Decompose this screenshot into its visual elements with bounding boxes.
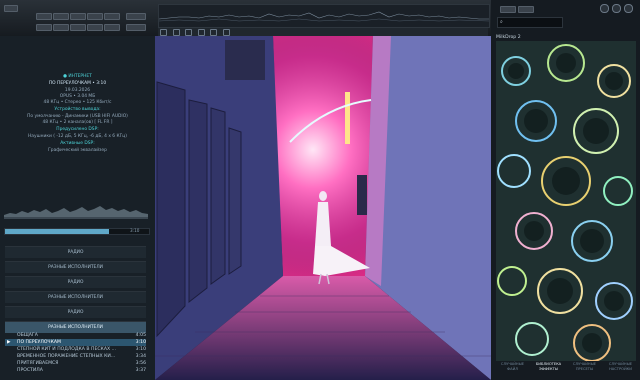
- waveform-graphic: [158, 11, 490, 22]
- right-toolbar-button-2[interactable]: [518, 6, 534, 13]
- visualizer-title: MilkDrop 2: [496, 35, 521, 40]
- tab-line-2: ПРЕСЕТЫ: [575, 366, 594, 371]
- zoom-icon[interactable]: [197, 29, 205, 36]
- track-row[interactable]: ОБЩАГА 4:05: [5, 332, 146, 339]
- playlist-item[interactable]: РАДИО: [5, 276, 146, 288]
- track-duration: 3:10: [135, 347, 146, 352]
- mini-waveform[interactable]: [4, 201, 148, 219]
- track-row[interactable]: ВРЕМЕННОЕ ПОРАЖЕНИЕ СТЕПНЫХ КИ... 3:34: [5, 353, 146, 360]
- tab-line-2: НАСТРОЙКИ: [609, 366, 632, 371]
- tab-line-2: ЭФФЕКТЫ: [539, 366, 558, 371]
- toolbar-right-group: [126, 3, 146, 31]
- eq-label: Графический эквалайзер: [48, 148, 107, 153]
- track-title: ОБЩАГА: [17, 333, 38, 338]
- dsp-value: Наушники ( -12 дБ, 5 КГц, -6 дБ, 4 x 6 К…: [28, 134, 127, 139]
- album-artwork: [155, 36, 491, 380]
- track-title: ПО ПЕРЕУЛОЧКАМ • 3:10: [48, 81, 107, 86]
- source-label: ● ИНТЕРНЕТ: [63, 74, 92, 79]
- tab-line-2: ФАЙЛ: [507, 366, 518, 371]
- toolbar-button-3[interactable]: [70, 13, 86, 20]
- close-icon[interactable]: [624, 4, 633, 13]
- toolbar-button-5[interactable]: [104, 13, 120, 20]
- playlist-item[interactable]: РАЗНЫЕ ИСПОЛНИТЕЛИ: [5, 291, 146, 303]
- toolbar-button-8[interactable]: [70, 24, 86, 31]
- settings-icon[interactable]: [222, 29, 230, 36]
- minimize-icon[interactable]: [612, 4, 621, 13]
- output-device: По умолчанию - Динамики (USB HIFI AUDIO): [27, 114, 128, 119]
- toolbar-button-12[interactable]: [126, 24, 146, 31]
- track-row[interactable]: СТЕПНОЙ КИТ И ПОДЛОДКА В ПЕСКАХ ... 3:10: [5, 346, 146, 353]
- visualizer-graphic: [496, 41, 636, 361]
- toolbar-button-11[interactable]: [126, 13, 146, 20]
- visualizer-tab[interactable]: СЛУЧАЙНЫЕ ФАЙЛ: [496, 362, 529, 378]
- track-duration: 3:34: [135, 354, 146, 359]
- visualizer-tab[interactable]: СЛУЧАЙНЫЕ НАСТРОЙКИ: [604, 362, 637, 378]
- search-input[interactable]: ⌕: [497, 17, 563, 28]
- track-row[interactable]: ПРОСТИЛА 3:37: [5, 367, 146, 374]
- track-row[interactable]: ПРИТЯГИВАЕМСЯ 3:56: [5, 360, 146, 367]
- track-duration: 3:10: [135, 340, 146, 345]
- menu-button[interactable]: [4, 5, 18, 12]
- search-icon: ⌕: [500, 19, 503, 25]
- toolbar-button-7[interactable]: [53, 24, 69, 31]
- playlist-item[interactable]: РАДИО: [5, 246, 146, 258]
- track-title: ВРЕМЕННОЕ ПОРАЖЕНИЕ СТЕПНЫХ КИ...: [17, 354, 116, 359]
- visualizer-canvas[interactable]: [496, 41, 636, 361]
- tab-line-1: БИБЛИОТЕКА: [535, 362, 562, 366]
- track-duration: 3:37: [135, 368, 146, 373]
- fit-icon[interactable]: [185, 29, 193, 36]
- output-format: 48 КГц • 2 канала(ов) [ FL FR ]: [42, 120, 113, 125]
- menu-group: [4, 3, 18, 29]
- toolbar-button-6[interactable]: [36, 24, 52, 31]
- track-date: 19.03.2026: [64, 88, 91, 93]
- toolbar-button-2[interactable]: [53, 13, 69, 20]
- track-waveform-overview[interactable]: [158, 4, 490, 28]
- dsp-header: Предусилено DSP:: [56, 127, 99, 132]
- toolbar-button-1[interactable]: [36, 13, 52, 20]
- visualizer-tab[interactable]: БИБЛИОТЕКА ЭФФЕКТЫ: [532, 362, 565, 378]
- playlist-item[interactable]: РАЗНЫЕ ИСПОЛНИТЕЛИ: [5, 261, 146, 273]
- rotate-icon[interactable]: [210, 29, 218, 36]
- view-toolbar: [158, 28, 488, 36]
- right-toolbar-button-1[interactable]: [500, 6, 516, 13]
- time-total: 3:10: [130, 228, 140, 233]
- track-title: ПРОСТИЛА: [17, 368, 43, 373]
- seek-progress: [5, 229, 109, 234]
- track-title: СТЕПНОЙ КИТ И ПОДЛОДКА В ПЕСКАХ ...: [17, 347, 116, 352]
- now-playing-icon: ▶: [7, 340, 11, 345]
- track-title: ПРИТЯГИВАЕМСЯ: [17, 361, 59, 366]
- active-dsp-header: Активные DSP:: [60, 141, 95, 146]
- layout-icon[interactable]: [172, 29, 180, 36]
- track-format: OPUS • 3.04 МБ: [59, 94, 96, 99]
- seek-bar[interactable]: [4, 228, 150, 235]
- settings-icon[interactable]: [600, 4, 609, 13]
- toolbar-button-9[interactable]: [87, 24, 103, 31]
- visualizer-tab[interactable]: СЛУЧАЙНЫЕ ПРЕСЕТЫ: [568, 362, 601, 378]
- toolbar-buttons: [36, 3, 120, 31]
- tab-line-1: СЛУЧАЙНЫЕ: [500, 362, 525, 366]
- grid-icon[interactable]: [160, 29, 167, 36]
- output-header: Устройство вывода:: [54, 107, 101, 112]
- toolbar-button-10[interactable]: [104, 24, 120, 31]
- playlist-item[interactable]: РАДИО: [5, 306, 146, 318]
- artwork-image: [155, 36, 491, 380]
- track-duration: 3:56: [135, 361, 146, 366]
- tab-line-1: СЛУЧАЙНЫЕ: [608, 362, 633, 366]
- track-quality: 48 КГц • Стерео • 125 Кбит/с: [43, 100, 112, 105]
- track-title: ПО ПЕРЕУЛОЧКАМ: [17, 340, 61, 345]
- track-duration: 4:05: [135, 333, 146, 338]
- source-text: ИНТЕРНЕТ: [68, 74, 92, 79]
- mini-waveform-graphic: [4, 206, 148, 219]
- tab-line-1: СЛУЧАЙНЫЕ: [572, 362, 597, 366]
- track-row[interactable]: ПО ПЕРЕУЛОЧКАМ 3:10 ▶: [5, 339, 146, 346]
- toolbar-button-4[interactable]: [87, 13, 103, 20]
